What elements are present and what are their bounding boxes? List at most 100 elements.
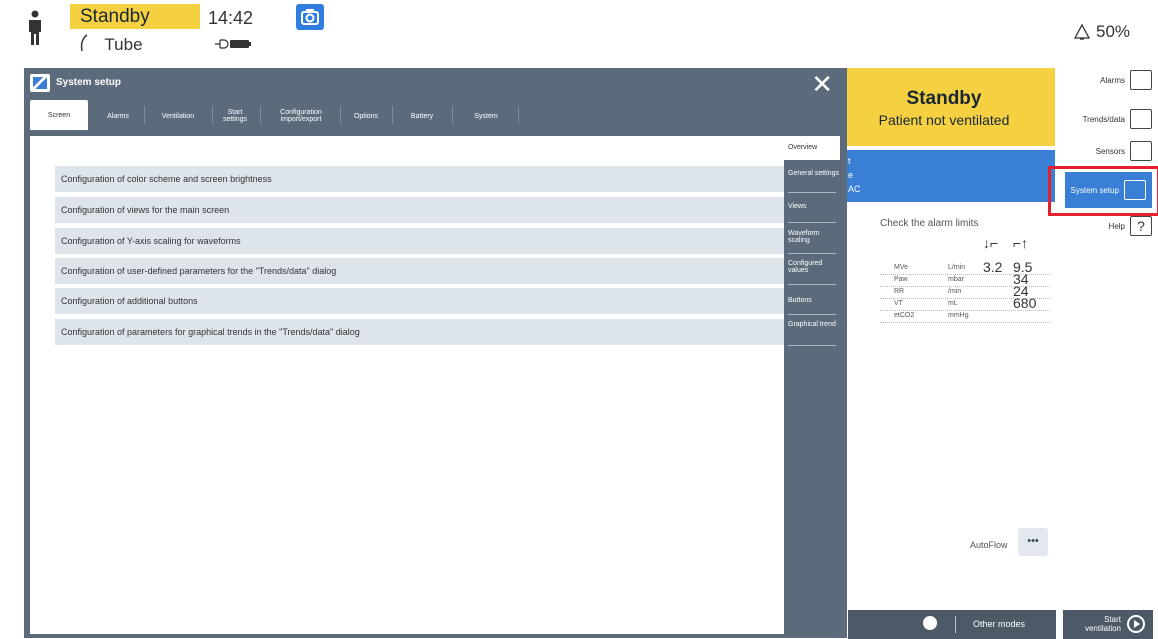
mode-strip[interactable]: t e AC (833, 150, 1055, 202)
play-icon (1127, 615, 1145, 633)
side-item-label: Help (1108, 221, 1125, 231)
patient-icon[interactable] (26, 10, 44, 46)
config-row-user-parameters[interactable]: Configuration of user-defined parameters… (55, 258, 784, 284)
tab-divider (392, 106, 393, 124)
alarm-param: VT (894, 300, 903, 307)
tab-screen[interactable]: Screen (30, 100, 88, 130)
tab-alarms[interactable]: Alarms (98, 102, 138, 130)
nav-divider (788, 284, 836, 285)
section-nav: Overview General settings Views Waveform… (784, 136, 840, 634)
alarm-param: etCO2 (894, 312, 915, 319)
nav-graphical-trend[interactable]: Graphical trend (784, 321, 840, 328)
alarm-row: VT mL 680 (880, 295, 1050, 311)
alarm-unit: mbar (948, 276, 964, 283)
nav-buttons[interactable]: Buttons (784, 297, 840, 304)
airway-type[interactable]: Tube (78, 34, 143, 55)
tab-divider (144, 106, 145, 124)
tab-options[interactable]: Options (344, 102, 388, 130)
side-item-alarms[interactable]: Alarms (1100, 70, 1152, 90)
alarm-param: RR (894, 288, 905, 295)
tab-divider (212, 106, 213, 124)
autoflow-label: AutoFlow (970, 540, 1008, 550)
alarm-limit-icons: ↓⌐ ⌐↑ (880, 235, 1050, 255)
trends-icon (1130, 109, 1152, 129)
config-row-y-axis-scaling[interactable]: Configuration of Y-axis scaling for wave… (55, 228, 784, 254)
nav-configured-values[interactable]: Configured values (784, 260, 840, 274)
alarm-unit: mL (948, 300, 958, 307)
camera-icon (301, 9, 319, 25)
tab-bar: Screen Alarms Ventilation Start settings… (30, 100, 840, 130)
nav-general-settings[interactable]: General settings (784, 170, 840, 177)
power-battery-icon (215, 39, 251, 49)
side-item-sensors[interactable]: Sensors (1096, 141, 1152, 161)
divider (955, 616, 956, 633)
ventilator-screen: Standby Tube 14:42 50% Standby Patient n… (0, 0, 1158, 639)
nav-divider (788, 314, 836, 315)
side-item-trends[interactable]: Trends/data (1083, 109, 1152, 129)
close-icon[interactable]: ✕ (811, 71, 833, 97)
nav-divider (788, 253, 836, 254)
status-subtitle: Patient not ventilated (878, 112, 1010, 128)
mode-fragment: e (848, 170, 854, 180)
alarm-unit: /min (948, 288, 962, 295)
nav-views[interactable]: Views (784, 203, 840, 210)
alarms-icon (1130, 70, 1152, 90)
start-ventilation-button[interactable]: Start ventilation (1063, 610, 1153, 639)
tab-divider (340, 106, 341, 124)
mode-fragment: t (848, 156, 851, 166)
alarm-unit: mmHg (948, 312, 969, 319)
bottom-mode-bar: Other modes (848, 610, 1056, 639)
tube-icon (80, 34, 88, 52)
info-icon[interactable] (923, 616, 937, 630)
nav-divider (788, 192, 836, 193)
other-modes-button[interactable]: Other modes (973, 619, 1025, 629)
tab-system[interactable]: System (458, 102, 514, 130)
start-ventilation-label: Start ventilation (1084, 615, 1121, 633)
config-row-additional-buttons[interactable]: Configuration of additional buttons (55, 288, 784, 314)
low-limit-icon: ↓⌐ (983, 235, 999, 251)
autoflow-more-button[interactable]: ••• (1018, 528, 1048, 556)
screenshot-button[interactable] (296, 4, 324, 30)
alarm-low: 3.2 (983, 259, 1003, 275)
alarm-volume-bell-icon[interactable] (1073, 23, 1091, 41)
alarm-param: Paw (894, 276, 908, 283)
help-icon: ? (1130, 216, 1152, 236)
tab-battery[interactable]: Battery (396, 102, 448, 130)
alarm-check-header: Check the alarm limits (880, 218, 979, 229)
side-item-label: Sensors (1095, 146, 1125, 156)
airway-label: Tube (104, 35, 143, 54)
alarm-unit: L/min (948, 264, 966, 271)
clock: 14:42 (208, 8, 254, 28)
nav-divider (788, 222, 836, 223)
system-setup-icon (30, 74, 50, 92)
dialog-title: System setup (56, 77, 122, 88)
status-title: Standby (906, 88, 982, 109)
config-row-graphical-trends[interactable]: Configuration of parameters for graphica… (55, 319, 784, 345)
alarm-high: 680 (1013, 295, 1037, 311)
alarm-limits-check: Check the alarm limits ↓⌐ ⌐↑ MVe L/min 3… (880, 218, 1050, 323)
tab-start-settings[interactable]: Start settings (216, 102, 254, 130)
config-row-views[interactable]: Configuration of views for the main scre… (55, 197, 784, 223)
nav-waveform-scaling[interactable]: Waveform scaling (784, 230, 840, 244)
mode-badge[interactable]: Standby (70, 4, 200, 29)
nav-divider (788, 345, 836, 346)
side-item-help[interactable]: Help ? (1109, 216, 1152, 236)
side-item-label: Trends/data (1082, 114, 1125, 124)
ventilation-status-panel: Standby Patient not ventilated (833, 68, 1055, 146)
highlight-frame (1048, 166, 1158, 216)
tab-ventilation[interactable]: Ventilation (150, 102, 206, 130)
config-row-color-scheme[interactable]: Configuration of color scheme and screen… (55, 166, 784, 192)
system-setup-dialog: System setup ✕ Screen Alarms Ventilation… (24, 68, 847, 638)
alarm-row: etCO2 mmHg (880, 311, 1050, 323)
alarm-param: MVe (894, 264, 909, 271)
tab-divider (260, 106, 261, 124)
tab-divider (518, 106, 519, 124)
top-status-bar: Standby Tube 14:42 50% (0, 0, 1158, 66)
alarm-volume[interactable]: 50% (1096, 22, 1130, 42)
tab-configuration-import-export[interactable]: Configuration import/export (266, 102, 336, 130)
side-item-label: Alarms (1100, 75, 1125, 85)
mode-fragment: AC (848, 184, 861, 194)
sensors-icon (1130, 141, 1152, 161)
nav-overview[interactable]: Overview (784, 136, 840, 160)
high-limit-icon: ⌐↑ (1013, 235, 1029, 251)
